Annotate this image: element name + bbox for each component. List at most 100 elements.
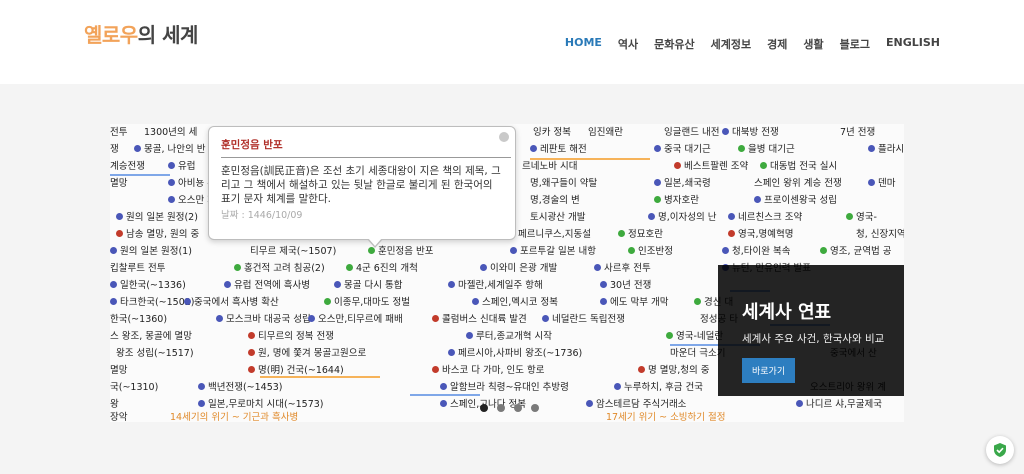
timeline-event-label[interactable]: 오스만,티무르에 패배 <box>308 314 403 326</box>
timeline-event-label[interactable]: 청, 신장지역 <box>856 229 904 241</box>
timeline-event-label[interactable]: 영국-네덜란 <box>666 331 723 343</box>
nav-life[interactable]: 생활 <box>803 36 823 52</box>
timeline-event-label[interactable]: 대동법 전국 실시 <box>760 161 837 173</box>
timeline-event-label[interactable]: 쟁 <box>110 144 119 156</box>
timeline-event-label[interactable]: 1300년의 세 <box>144 127 197 139</box>
timeline-event-label[interactable]: 알함브라 칙령~유대인 추방령 <box>440 382 569 394</box>
timeline-event-label[interactable]: 에도 막부 개막 <box>600 297 668 309</box>
timeline-event-label[interactable]: 남송 멸망, 원의 중 <box>116 229 199 241</box>
timeline-event-label[interactable]: 나디르 샤,무굴제국 <box>796 399 882 411</box>
nav-cultural-heritage[interactable]: 문화유산 <box>654 36 694 52</box>
timeline-event-label[interactable]: 플라시 전투 <box>868 144 904 156</box>
timeline-event-label[interactable]: 스페인,멕시코 정복 <box>472 297 558 309</box>
timeline-event-label[interactable]: 사르후 전투 <box>594 263 651 275</box>
timeline-event-label[interactable]: 4군 6진의 개척 <box>346 263 418 275</box>
nav-home[interactable]: HOME <box>565 36 602 52</box>
timeline-event-label[interactable]: 티무르의 정복 전쟁 <box>248 331 334 343</box>
slide-dot-1[interactable] <box>480 404 488 412</box>
nav-economy[interactable]: 경제 <box>767 36 787 52</box>
timeline-event-label[interactable]: 청,타이완 복속 <box>722 246 790 258</box>
timeline-event-label[interactable]: 명,경술의 변 <box>530 195 580 207</box>
timeline-event-label[interactable]: 몽골 다시 통합 <box>334 280 402 292</box>
timeline-event-label[interactable]: 중국 대기근 <box>654 144 711 156</box>
timeline-event-label[interactable]: 한국(~1360) <box>110 314 167 326</box>
close-icon[interactable] <box>499 132 509 142</box>
timeline-event-label[interactable]: 7년 전쟁 <box>840 127 875 139</box>
timeline-event-label[interactable]: 왕조 성립(~1517) <box>116 348 194 360</box>
timeline-event-label[interactable]: 콜럼버스 신대륙 발견 <box>432 314 527 326</box>
timeline-event-label[interactable]: 계승전쟁 <box>110 161 145 173</box>
timeline-event-label[interactable]: 이종무,대마도 정벌 <box>324 297 410 309</box>
timeline-event-label[interactable]: 영국- <box>846 212 877 224</box>
timeline-event-label[interactable]: 백년전쟁(~1453) <box>198 382 283 394</box>
timeline-event-label[interactable]: 원, 명에 쫓겨 몽골고원으로 <box>248 348 366 360</box>
timeline-event-label[interactable]: 바스코 다 가마, 인도 항로 <box>432 365 545 377</box>
timeline-event-label[interactable]: 토시광산 개발 <box>530 212 585 224</box>
timeline-event-label[interactable]: 유럽 전역에 흑사병 <box>224 280 310 292</box>
timeline-event-label[interactable]: 스페인 왕위 계승 전쟁 <box>754 178 842 190</box>
timeline-event-label[interactable]: 킵찰루트 전투 <box>110 263 165 275</box>
timeline-event-label[interactable]: 멸망 <box>110 178 127 190</box>
timeline-event-label[interactable]: 영국,명예혁명 <box>728 229 793 241</box>
timeline-event-label[interactable]: 일본,무로마치 시대(~1573) <box>198 399 324 411</box>
timeline-event-label[interactable]: 르네노바 시대 <box>522 161 577 173</box>
timeline-event-label[interactable]: 영조, 균역법 공 <box>820 246 892 258</box>
timeline-event-label[interactable]: 일본,쇄국령 <box>654 178 711 190</box>
nav-english[interactable]: ENGLISH <box>886 36 940 52</box>
timeline-event-label[interactable]: 대북방 전쟁 <box>722 127 779 139</box>
timeline-event-label[interactable]: 스 왕조, 몽골에 멸망 <box>110 331 192 343</box>
timeline-event-label[interactable]: 멸망 <box>110 365 127 377</box>
timeline-event-label[interactable]: 병자호란 <box>654 195 699 207</box>
timeline-event-label[interactable]: 명 멸망,청의 중 <box>638 365 710 377</box>
timeline-event-label[interactable]: 홍건적 고려 침공(2) <box>234 263 325 275</box>
timeline-event-label[interactable]: 포르투갈 일본 내항 <box>510 246 596 258</box>
security-badge[interactable] <box>986 436 1014 464</box>
nav-history[interactable]: 역사 <box>618 36 638 52</box>
timeline-event-label[interactable]: 몽골, 나안의 반 <box>134 144 206 156</box>
go-button[interactable]: 바로가기 <box>742 358 796 383</box>
timeline-event-label[interactable]: 17세기 위기 ~ 소빙하기 절정 <box>606 412 726 422</box>
timeline-event-label[interactable]: 왕 <box>110 399 119 411</box>
timeline-event-label[interactable]: 원의 일본 원정(1) <box>110 246 192 258</box>
timeline-event-label[interactable]: 누루하치, 후금 건국 <box>614 382 703 394</box>
timeline-event-label[interactable]: 국(~1310) <box>110 382 158 394</box>
timeline-event-label[interactable]: 루터,종교개혁 시작 <box>466 331 552 343</box>
timeline-event-label[interactable]: 마젤란,세계일주 항해 <box>448 280 543 292</box>
timeline-event-label[interactable]: 페르시아,사파비 왕조(~1736) <box>448 348 582 360</box>
timeline-event-label[interactable]: 14세기의 위기 ~ 기근과 흑사병 <box>170 412 298 422</box>
timeline-event-label[interactable]: 이와미 은광 개발 <box>480 263 557 275</box>
timeline-event-label[interactable]: 프로이센왕국 성립 <box>754 195 837 207</box>
timeline-event-label[interactable]: 티무르 제국(~1507) <box>250 246 336 258</box>
timeline-event-label[interactable]: 명,왜구들이 약탈 <box>530 178 597 190</box>
timeline-event-label[interactable]: 을병 대기근 <box>738 144 795 156</box>
site-logo[interactable]: 옐로우의 세계 <box>84 19 198 48</box>
timeline-event-label[interactable]: 정묘호란 <box>618 229 663 241</box>
timeline-event-label[interactable]: 잉카 정복 <box>533 127 571 139</box>
timeline-event-label[interactable]: 원의 일본 원정(2) <box>116 212 198 224</box>
slide-dot-2[interactable] <box>497 404 505 412</box>
timeline-event-label[interactable]: 임진왜란 <box>588 127 623 139</box>
timeline-event-label[interactable]: 덴마 <box>868 178 895 190</box>
timeline-event-label[interactable]: 전투 <box>110 127 127 139</box>
nav-blog[interactable]: 블로그 <box>840 36 870 52</box>
timeline-event-label[interactable]: 명,이자성의 난 <box>648 212 716 224</box>
timeline-event-label[interactable]: 30년 전쟁 <box>600 280 651 292</box>
slide-dot-4[interactable] <box>531 404 539 412</box>
timeline-event-label[interactable]: 잉글랜드 내전 <box>664 127 719 139</box>
timeline-event-label[interactable]: 유럽 <box>168 161 195 173</box>
timeline-event-label[interactable]: 페르니쿠스,지동설 <box>518 229 591 241</box>
timeline-event-label[interactable]: 암스테르담 주식거래소 <box>586 399 686 411</box>
hero-slider[interactable]: 전투 1300년의 세 쟁 몽골, 나안의 반 계승전쟁 유럽 멸망 아비뇽 유 오스만 제국 원… <box>110 124 904 422</box>
timeline-event-label[interactable]: 인조반정 <box>628 246 673 258</box>
timeline-event-label[interactable]: 장악 <box>110 412 127 422</box>
timeline-event-label[interactable]: 중국에서 흑사병 확산 <box>184 297 279 309</box>
nav-world-info[interactable]: 세계정보 <box>711 36 751 52</box>
timeline-event-label[interactable]: 베스트팔렌 조약 <box>674 161 748 173</box>
timeline-event-label[interactable]: 레판토 해전 <box>530 144 587 156</box>
timeline-event-label[interactable]: 네르친스크 조약 <box>728 212 802 224</box>
timeline-event-label[interactable]: 일한국(~1336) <box>110 280 186 292</box>
timeline-event-label[interactable]: 모스크바 대공국 성립 <box>216 314 311 326</box>
timeline-event-label[interactable]: 네덜란드 독립전쟁 <box>542 314 625 326</box>
timeline-event-label[interactable]: 타크한국(~1502) <box>110 297 195 309</box>
slide-dot-3[interactable] <box>514 404 522 412</box>
